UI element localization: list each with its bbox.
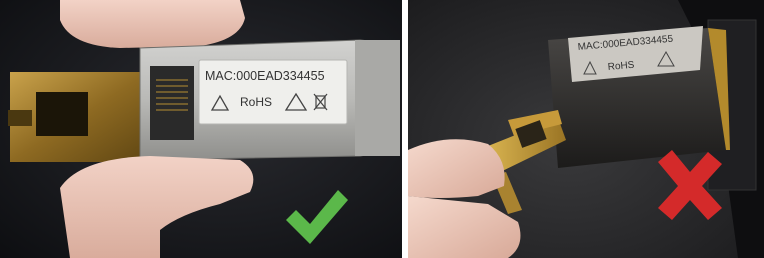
comparison-figure: MAC:000EAD334455 RoHS MAC:000EAD334455 R… [0, 0, 764, 258]
transceiver-module: MAC:000EAD334455 RoHS [548, 26, 730, 168]
weee-bin-icon [313, 93, 328, 111]
finger-thumb [408, 139, 505, 198]
photo-correct-svg: MAC:000EAD334455 RoHS [0, 0, 402, 258]
mac-address-text: MAC:000EAD334455 [205, 69, 325, 83]
finger-top [60, 0, 245, 48]
photo-incorrect-svg: MAC:000EAD334455 RoHS [408, 0, 764, 258]
rj45-port [150, 66, 194, 140]
gold-bail-latch [8, 72, 150, 162]
rohs-text: RoHS [607, 60, 635, 73]
transceiver-module: MAC:000EAD334455 RoHS [139, 39, 400, 161]
photo-correct-handling: MAC:000EAD334455 RoHS [0, 0, 402, 258]
rohs-text: RoHS [240, 95, 272, 109]
photo-incorrect-handling: MAC:000EAD334455 RoHS [408, 0, 764, 258]
